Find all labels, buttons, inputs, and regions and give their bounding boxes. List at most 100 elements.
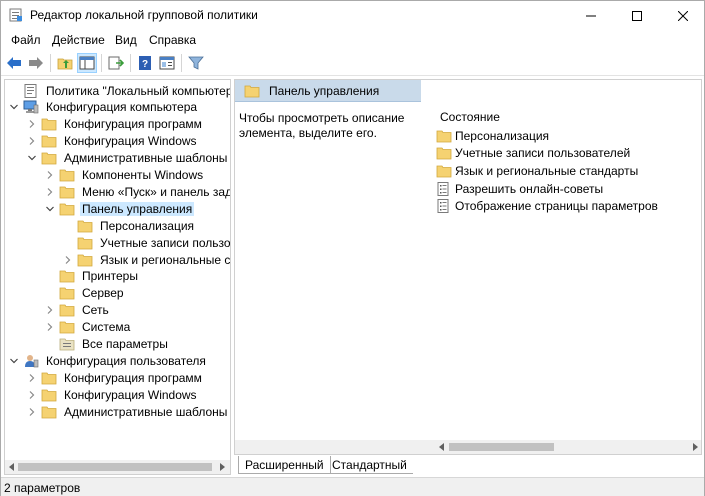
tree-item[interactable]: Язык и региональные стандарты [63, 251, 230, 268]
toolbar-separator [181, 54, 182, 72]
details-horizontal-scrollbar[interactable] [235, 440, 701, 454]
tree-item-label: Учетные записи пользователей [100, 235, 231, 250]
tree-item-label: Все параметры [82, 337, 168, 351]
list-item[interactable]: Отображение страницы параметров [436, 198, 658, 215]
chevron-down-icon[interactable] [45, 204, 55, 214]
folder-icon [59, 202, 75, 216]
tree-item[interactable]: Сеть [45, 302, 111, 319]
window-title: Редактор локальной групповой политики [30, 8, 258, 22]
export-list-button[interactable] [106, 53, 126, 73]
show-hide-tree-icon [79, 56, 95, 70]
chevron-down-icon[interactable] [9, 356, 19, 366]
menu-file[interactable]: Файл [11, 33, 41, 47]
scrollbar-thumb[interactable] [18, 463, 212, 471]
chevron-right-icon[interactable] [45, 170, 55, 180]
tree-item[interactable]: Административные шаблоны [27, 403, 229, 420]
tree-item[interactable]: Система [45, 319, 132, 336]
tab-standard[interactable]: Стандартный [326, 456, 413, 474]
menu-view[interactable]: Вид [115, 33, 137, 47]
list-item[interactable]: Персонализация [436, 127, 549, 144]
tree-item-label: Конфигурация компьютера [46, 100, 198, 115]
chevron-right-icon[interactable] [45, 322, 55, 332]
list-item-label: Язык и региональные стандарты [455, 163, 639, 178]
list-item[interactable]: Язык и региональные стандарты [436, 162, 638, 179]
list-item-label: Учетные записи пользователей [455, 146, 631, 161]
scroll-right-icon[interactable] [691, 443, 699, 451]
tree-item[interactable]: Конфигурация программ [27, 116, 204, 133]
folder-icon [436, 146, 452, 160]
scroll-left-icon[interactable] [8, 463, 16, 471]
toolbar-separator [101, 54, 102, 72]
tree-item-label: Компоненты Windows [82, 168, 204, 182]
folder-icon [59, 286, 75, 300]
tree-item-label: Панель управления [80, 201, 195, 216]
help-button[interactable]: ? [135, 53, 155, 73]
minimize-button[interactable] [568, 1, 614, 31]
close-button[interactable] [660, 1, 705, 31]
menu-help[interactable]: Справка [149, 33, 196, 47]
tree-item[interactable]: Конфигурация программ [27, 369, 204, 386]
tree-item-label: Меню «Пуск» и панель задач [82, 184, 231, 199]
folder-icon [59, 269, 75, 283]
menu-action[interactable]: Действие [52, 33, 105, 47]
filter-button[interactable] [186, 53, 206, 73]
back-arrow-icon [7, 57, 21, 69]
folder-icon [41, 371, 57, 385]
back-button[interactable] [4, 53, 24, 73]
chevron-right-icon[interactable] [27, 407, 37, 417]
tree-item[interactable]: Персонализация [63, 217, 196, 234]
scroll-left-icon[interactable] [438, 443, 446, 451]
list-item[interactable]: Учетные записи пользователей [436, 145, 630, 162]
show-hide-tree-button[interactable] [77, 53, 97, 73]
toolbar-separator [50, 54, 51, 72]
tree-item[interactable]: Административные шаблоны [27, 150, 229, 167]
properties-icon [159, 56, 175, 70]
list-item-label: Персонализация [455, 128, 550, 143]
maximize-icon [632, 11, 642, 21]
scroll-right-icon[interactable] [218, 463, 226, 471]
tree-item[interactable]: Политика "Локальный компьютер" [9, 82, 230, 99]
list-item[interactable]: Разрешить онлайн-советы [436, 180, 603, 197]
details-pane: Панель управления Чтобы просмотреть опис… [234, 79, 702, 455]
scrollbar-thumb[interactable] [449, 443, 554, 451]
status-bar: 2 параметров [1, 477, 704, 496]
setting-icon [436, 181, 452, 196]
up-folder-button[interactable] [55, 53, 75, 73]
chevron-right-icon[interactable] [45, 187, 55, 197]
tree-item[interactable]: Сервер [45, 285, 126, 302]
chevron-right-icon[interactable] [27, 136, 37, 146]
chevron-right-icon[interactable] [27, 390, 37, 400]
tree-item[interactable]: Учетные записи пользователей [63, 234, 231, 251]
column-header-state[interactable]: Состояние [440, 110, 500, 124]
list-item-label: Разрешить онлайн-советы [455, 181, 604, 196]
tree-item-label: Сеть [82, 303, 109, 318]
chevron-right-icon[interactable] [27, 119, 37, 129]
title-bar: Редактор локальной групповой политики [1, 1, 704, 31]
tree-item[interactable]: Конфигурация Windows [27, 133, 199, 150]
tree-item[interactable]: Меню «Пуск» и панель задач [45, 183, 231, 200]
tree-item[interactable]: Конфигурация компьютера [9, 99, 199, 116]
properties-button[interactable] [157, 53, 177, 73]
tree-horizontal-scrollbar[interactable] [5, 460, 230, 474]
view-tabs: Расширенный Стандартный [234, 456, 702, 474]
chevron-down-icon[interactable] [27, 153, 37, 163]
chevron-right-icon[interactable] [63, 255, 73, 265]
tree-item[interactable]: Конфигурация Windows [27, 386, 199, 403]
tree-item[interactable]: Принтеры [45, 268, 140, 285]
chevron-right-icon[interactable] [27, 373, 37, 383]
tab-extended[interactable]: Расширенный [238, 456, 331, 474]
tree-item[interactable]: Панель управления [45, 200, 195, 217]
folder-icon [59, 168, 75, 182]
description-text: Чтобы просмотреть описание элемента, выд… [239, 111, 405, 140]
chevron-right-icon[interactable] [45, 305, 55, 315]
maximize-button[interactable] [614, 1, 660, 31]
status-text: 2 параметров [4, 481, 81, 495]
forward-button[interactable] [26, 53, 46, 73]
chevron-down-icon[interactable] [9, 102, 19, 112]
folder-icon [436, 129, 452, 143]
tree-item[interactable]: Компоненты Windows [45, 167, 205, 184]
tree-item[interactable]: Все параметры [45, 336, 170, 353]
tree-item[interactable]: Конфигурация пользователя [9, 352, 208, 369]
